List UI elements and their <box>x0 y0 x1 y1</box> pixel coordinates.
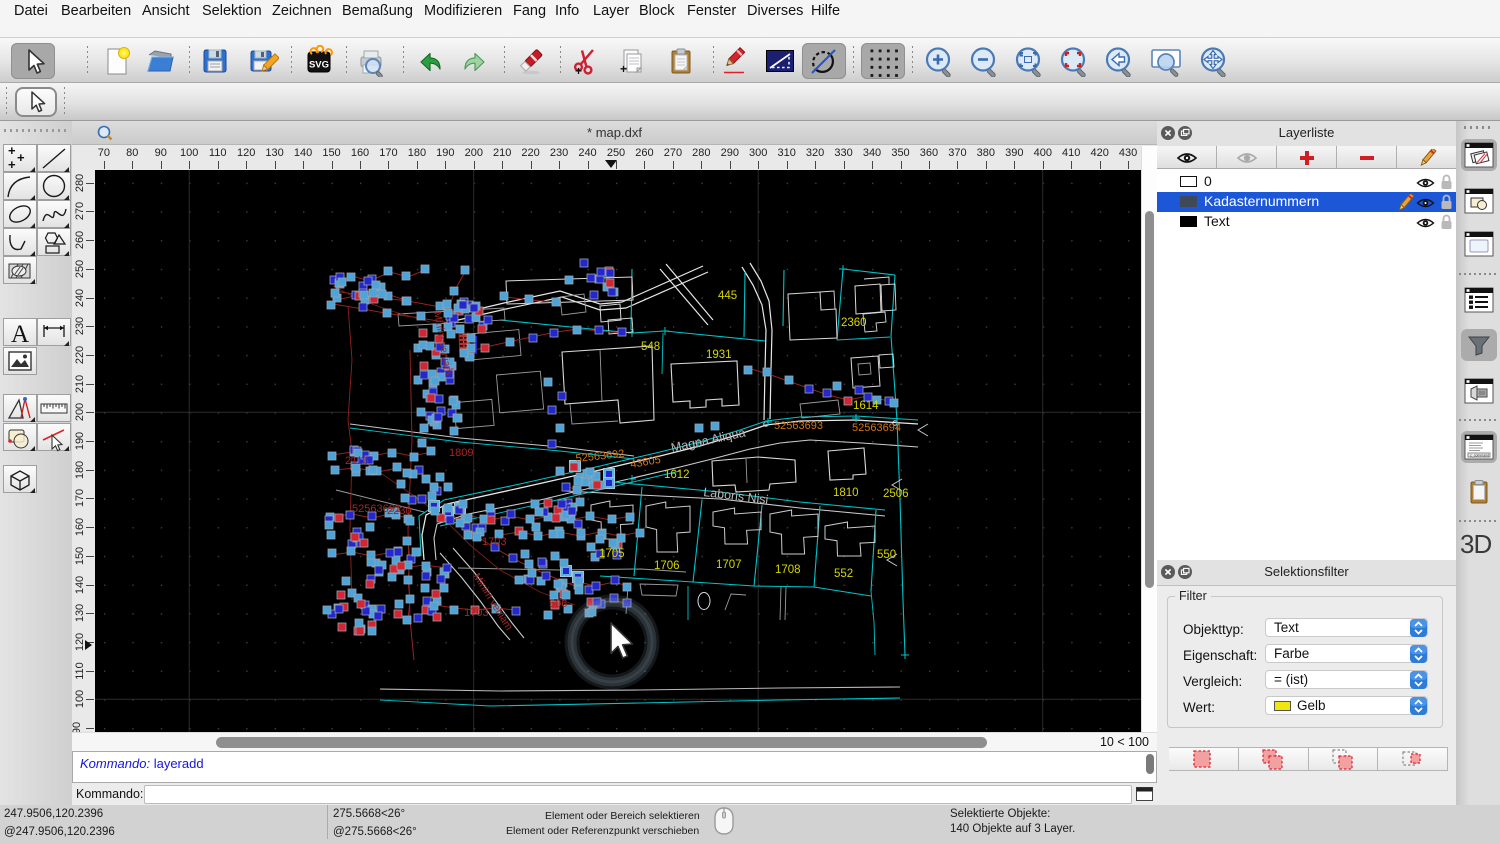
svg-text:52563694: 52563694 <box>852 422 901 434</box>
svg-text:552: 552 <box>834 568 853 580</box>
svg-text:1809: 1809 <box>449 447 473 459</box>
svg-text:+: + <box>8 143 16 158</box>
svg-text:1931: 1931 <box>706 349 732 361</box>
svg-text:52563693: 52563693 <box>774 420 823 432</box>
svg-text:+: + <box>620 62 627 76</box>
svg-text:+: + <box>8 157 16 172</box>
svg-text:1706: 1706 <box>654 560 680 572</box>
svg-text:1703: 1703 <box>464 607 488 619</box>
svg-text:1612: 1612 <box>664 469 690 481</box>
svg-text:c_command: c_command <box>1470 454 1489 458</box>
svg-text:+: + <box>17 150 25 165</box>
svg-text:1707: 1707 <box>716 559 742 571</box>
svg-text:1810: 1810 <box>833 487 859 499</box>
svg-text:2116: 2116 <box>345 455 369 467</box>
svg-text:1703: 1703 <box>482 536 506 548</box>
svg-text:SVG: SVG <box>309 60 329 71</box>
svg-text:506: 506 <box>549 598 567 610</box>
svg-text:2506: 2506 <box>883 488 909 500</box>
svg-text:548: 548 <box>641 341 660 353</box>
svg-text:550: 550 <box>877 549 896 561</box>
svg-text:2360: 2360 <box>841 317 867 329</box>
svg-text:A: A <box>11 321 29 347</box>
svg-text:+: + <box>575 64 582 77</box>
svg-text:1614: 1614 <box>853 400 879 412</box>
svg-text:1705: 1705 <box>599 548 625 560</box>
svg-text:52563691: 52563691 <box>352 503 401 515</box>
svg-text:1708: 1708 <box>775 564 801 576</box>
svg-text:445: 445 <box>718 290 737 302</box>
